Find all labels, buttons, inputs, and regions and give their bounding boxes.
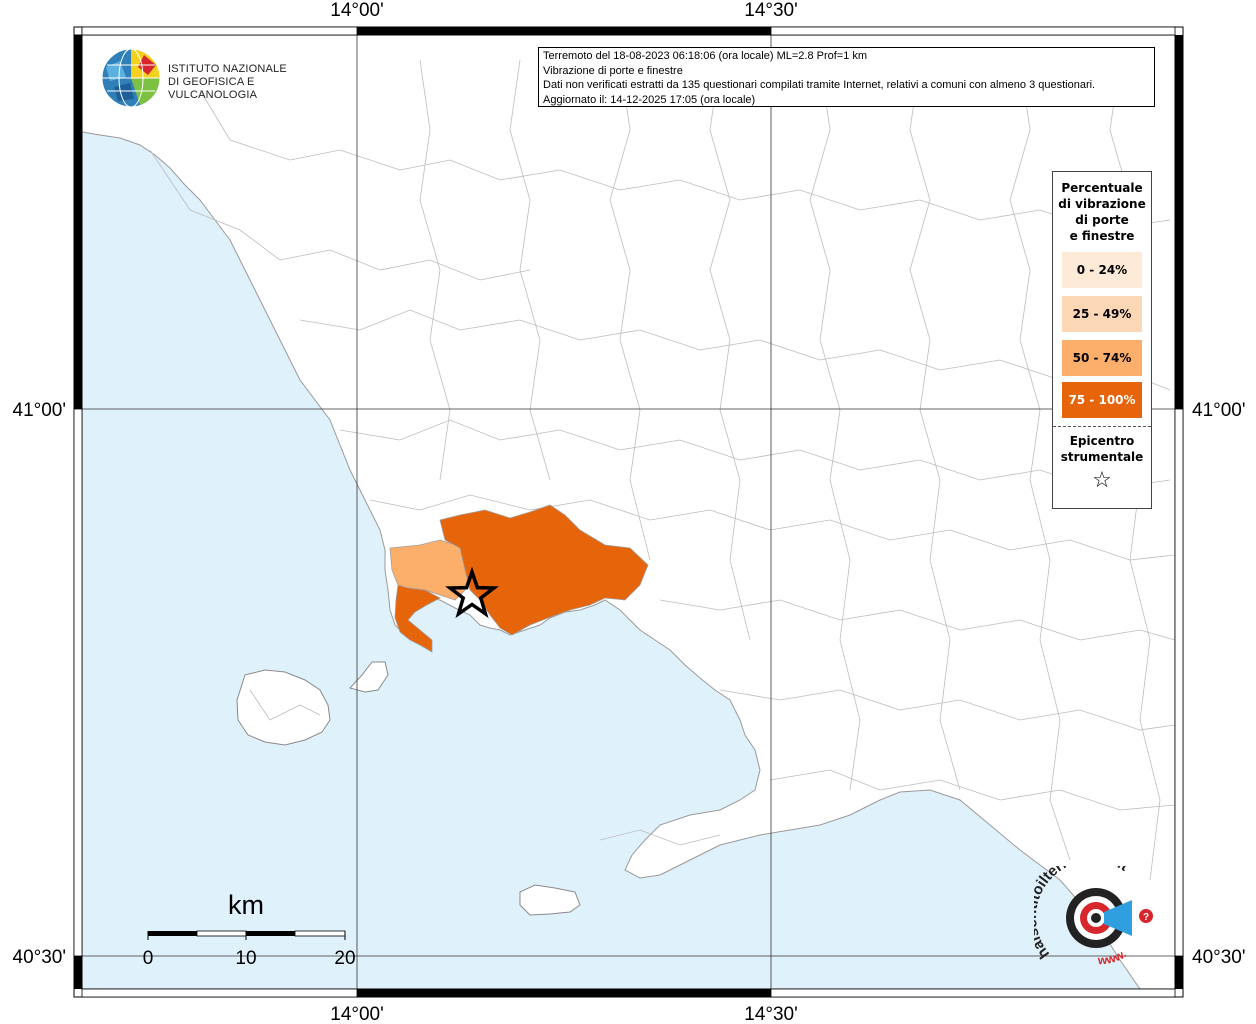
legend-title-line-1: Percentuale: [1061, 181, 1143, 195]
legend-epicenter-label: Epicentro strumentale: [1053, 433, 1151, 465]
legend-class-50-74: 50 - 74%: [1062, 340, 1142, 376]
scale-bar-unit: km: [228, 890, 264, 920]
ingv-globe-icon: [101, 48, 161, 108]
event-info-line-1: Terremoto del 18-08-2023 06:18:06 (ora l…: [543, 50, 868, 62]
lon-label-bottom-14-00: 14°00': [330, 1004, 384, 1024]
scale-tick-10: 10: [235, 948, 256, 969]
ingv-name: ISTITUTO NAZIONALE DI GEOFISICA E VULCAN…: [168, 63, 320, 102]
lon-label-bottom-14-30: 14°30': [744, 1004, 798, 1024]
star-outline-icon: ☆: [1092, 468, 1112, 493]
legend-title-line-3: di porte: [1075, 213, 1129, 227]
scale-tick-0: 0: [143, 948, 154, 969]
haisentitoilterremoto-logo[interactable]: haisentitoilterremoto.it www. ?: [1023, 848, 1164, 976]
ingv-name-line2: DI GEOFISICA E VULCANOLOGIA: [168, 76, 258, 101]
legend-title: Percentuale di vibrazione di porte e fin…: [1053, 180, 1151, 244]
lat-label-right-41-00: 41°00': [1192, 400, 1246, 421]
ingv-name-line1: ISTITUTO NAZIONALE: [168, 63, 287, 75]
legend-title-line-4: e finestre: [1069, 229, 1135, 243]
lat-label-left-40-30: 40°30': [13, 947, 67, 968]
lat-label-left-41-00: 41°00': [13, 400, 67, 421]
legend-class-25-49: 25 - 49%: [1062, 296, 1142, 332]
ingv-logo[interactable]: ISTITUTO NAZIONALE DI GEOFISICA E VULCAN…: [100, 47, 320, 109]
legend: Percentuale di vibrazione di porte e fin…: [1052, 171, 1152, 509]
legend-class-75-100: 75 - 100%: [1062, 382, 1142, 418]
event-info-line-2: Vibrazione di porte e finestre: [543, 64, 683, 77]
legend-epicenter-line-2: strumentale: [1060, 450, 1144, 464]
lon-label-top-14-00: 14°00': [330, 0, 384, 21]
legend-title-line-2: di vibrazione: [1058, 197, 1146, 211]
lat-label-right-40-30: 40°30': [1192, 947, 1246, 968]
svg-text:?: ?: [1143, 912, 1149, 923]
scale-tick-20: 20: [334, 948, 355, 969]
legend-separator: [1053, 426, 1151, 427]
lon-label-top-14-30: 14°30': [744, 0, 798, 21]
event-info-line-4: Aggiornato il: 14-12-2025 17:05 (ora loc…: [543, 93, 756, 106]
legend-class-0-24: 0 - 24%: [1062, 252, 1142, 288]
event-info-line-3: Dati non verificati estratti da 135 ques…: [543, 79, 1096, 91]
event-info-box: Terremoto del 18-08-2023 06:18:06 (ora l…: [538, 47, 1155, 107]
hst-logo-www: www.: [1097, 947, 1129, 968]
legend-epicenter-line-1: Epicentro: [1069, 434, 1135, 448]
